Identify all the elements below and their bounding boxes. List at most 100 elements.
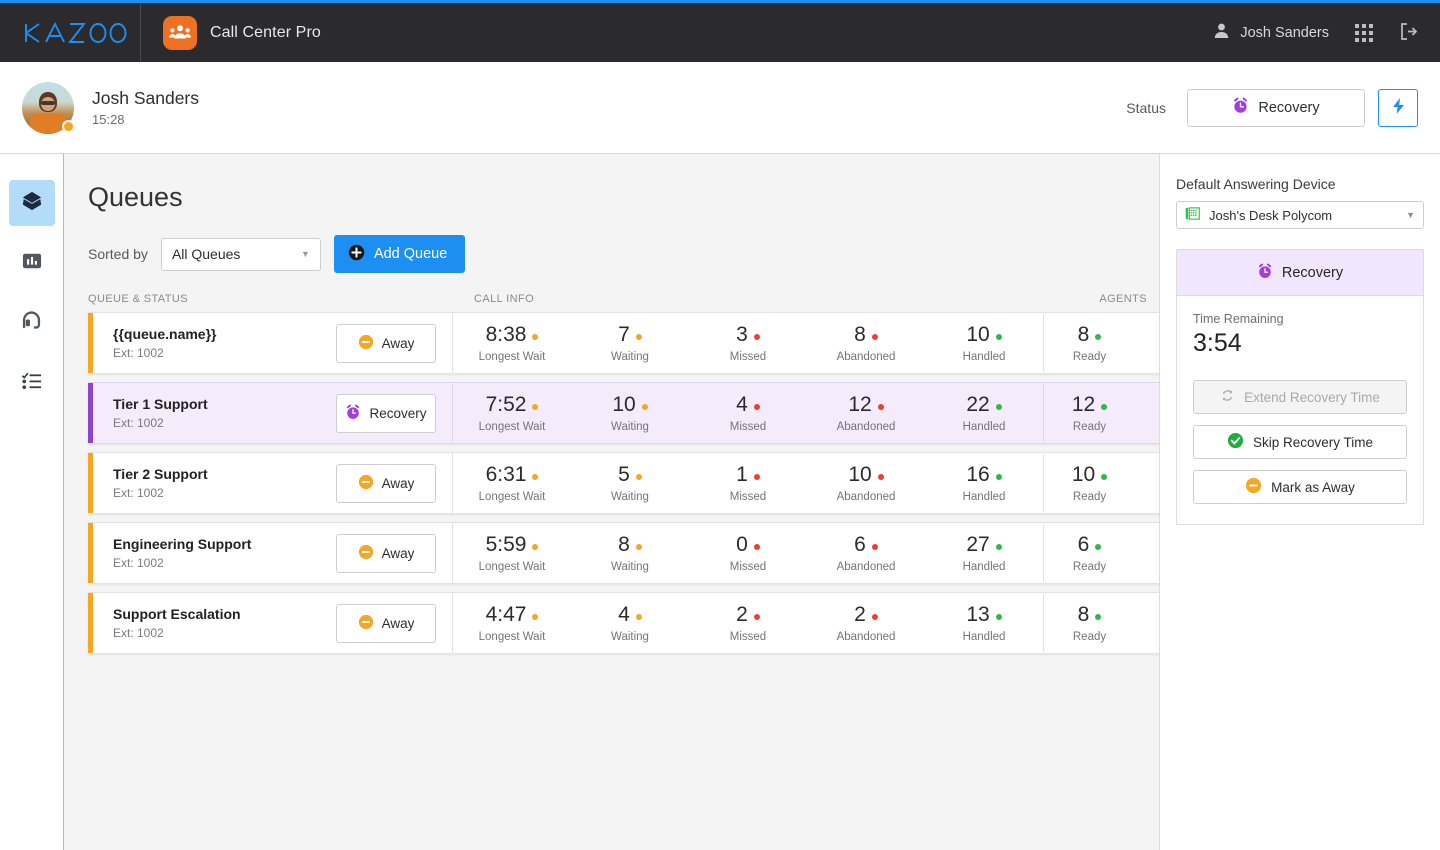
user-status-bar: Josh Sanders 15:28 Status Recovery (0, 62, 1440, 154)
status-select[interactable]: Recovery (1187, 88, 1365, 127)
stat-label: Longest Wait (478, 490, 546, 503)
queue-name: {{queue.name}} (113, 326, 217, 342)
refresh-icon (1220, 388, 1235, 406)
stat-ready: 12 Ready (1043, 384, 1135, 442)
stat-missed: 4 Missed (689, 393, 807, 432)
queue-status-button[interactable]: Away (336, 533, 436, 573)
stat-label: Abandoned (836, 350, 896, 363)
page-title: Queues (88, 182, 183, 212)
queue-identity: {{queue.name}} Ext: 1002 (113, 326, 216, 360)
sorted-by-label: Sorted by (88, 246, 148, 262)
away-minus-icon (358, 544, 374, 563)
stat-value: 3 (689, 323, 807, 346)
table-row[interactable]: Support Escalation Ext: 1002 Away 4:47 Longe… (88, 592, 1159, 654)
stat-label: Longest Wait (478, 560, 546, 573)
queue-status-button[interactable]: Recovery (336, 393, 436, 433)
sidebar-item-queues[interactable] (8, 180, 55, 226)
add-queue-button[interactable]: Add Queue (333, 235, 466, 273)
app-identity[interactable]: Call Center Pro (141, 15, 321, 50)
stat-label: Missed (729, 630, 767, 643)
stat-value: 8 (571, 533, 689, 556)
queue-status-button[interactable]: Away (336, 603, 436, 643)
sort-select[interactable]: All Queues ▼ (160, 237, 321, 271)
queue-extension: Ext: 1002 (113, 346, 164, 360)
stat-label: Handled (962, 350, 1006, 363)
queue-identity: Support Escalation Ext: 1002 (113, 606, 241, 640)
stat-handled: 16 Handled (925, 463, 1043, 502)
table-row[interactable]: Tier 2 Support Ext: 1002 Away 6:31 Longest W… (88, 452, 1159, 514)
alarm-clock-icon (345, 404, 361, 423)
stat-value: 10 (1044, 463, 1135, 486)
answering-device-select[interactable]: Josh's Desk Polycom ▼ (1176, 201, 1424, 229)
stat-value: 27 (925, 533, 1043, 556)
queue-status-button[interactable]: Away (336, 323, 436, 363)
column-header-call-info: CALL INFO (474, 293, 535, 305)
queue-identity: Tier 1 Support Ext: 1002 (113, 396, 208, 430)
kazoo-logo[interactable] (0, 3, 140, 62)
answering-device-value: Josh's Desk Polycom (1209, 207, 1333, 223)
column-header-queue-status: QUEUE & STATUS (88, 293, 188, 305)
stat-label: Missed (729, 420, 767, 433)
away-minus-icon (358, 334, 374, 353)
sidebar-item-agents[interactable] (9, 300, 55, 346)
chevron-down-icon: ▼ (1406, 210, 1415, 220)
table-row[interactable]: Tier 1 Support Ext: 1002 Recovery 7:52 Longe… (88, 382, 1159, 444)
stat-abandoned: 6 Abandoned (807, 533, 925, 572)
queue-extension: Ext: 1002 (113, 416, 164, 430)
chevron-down-icon: ▼ (301, 249, 310, 259)
sidebar-item-dashboard[interactable] (9, 240, 55, 286)
recovery-title: Recovery (1281, 264, 1344, 281)
stat-label: Longest Wait (478, 630, 546, 643)
queue-meta: Tier 1 Support Ext: 1002 Recovery (93, 383, 453, 443)
queue-status-label: Away (381, 545, 415, 561)
body: Queues Sorted by All Queues ▼ Add Queue … (0, 154, 1440, 850)
stat-handled: 13 Handled (925, 603, 1043, 642)
toolbar: Sorted by All Queues ▼ Add Queue (64, 213, 1159, 273)
queue-stats: 5:59 Longest Wait 8 Waiting 0 Missed 6 Abandone… (453, 523, 1159, 583)
stat-value: 10 (807, 463, 925, 486)
stat-label: Abandoned (836, 490, 896, 503)
stat-label: Handled (962, 630, 1006, 643)
stat-abandoned: 10 Abandoned (807, 463, 925, 502)
table-row[interactable]: {{queue.name}} Ext: 1002 Away 8:38 Longest W… (88, 312, 1159, 374)
stat-value: 2 (807, 603, 925, 626)
queue-name: Tier 1 Support (113, 396, 208, 412)
queue-stats: 7:52 Longest Wait 10 Waiting 4 Missed 12 Abando… (453, 383, 1159, 443)
stat-abandoned: 12 Abandoned (807, 393, 925, 432)
stat-missed: 1 Missed (689, 463, 807, 502)
mark-as-away-button[interactable]: Mark as Away (1193, 470, 1407, 504)
stat-label: Handled (962, 490, 1006, 503)
user-menu[interactable]: Josh Sanders (1213, 22, 1329, 43)
stat-value: 5 (571, 463, 689, 486)
stat-waiting: 5 Waiting (571, 463, 689, 502)
queue-status-button[interactable]: Away (336, 463, 436, 503)
quick-actions-button[interactable] (1378, 88, 1418, 127)
column-headers: QUEUE & STATUS CALL INFO AGENTS (64, 273, 1159, 312)
stat-longest-wait: 7:52 Longest Wait (453, 393, 571, 432)
stat-label: Abandoned (836, 420, 896, 433)
stat-label: Waiting (611, 630, 649, 643)
sidebar-item-lists[interactable] (9, 360, 55, 406)
queue-status-label: Away (381, 475, 415, 491)
stat-value: 6 (1044, 533, 1135, 556)
logout-icon (1399, 22, 1418, 44)
stat-value: 8 (1044, 603, 1135, 626)
avatar[interactable] (22, 81, 75, 134)
alarm-clock-icon (1257, 263, 1273, 283)
user-block: Josh Sanders 15:28 (0, 81, 199, 134)
check-circle-icon (1227, 432, 1244, 452)
stat-value: 12 (1044, 393, 1135, 416)
desk-phone-icon (1185, 206, 1200, 224)
stat-label: Ready (1072, 350, 1107, 363)
stat-longest-wait: 4:47 Longest Wait (453, 603, 571, 642)
extend-recovery-time-button[interactable]: Extend Recovery Time (1193, 380, 1407, 414)
apps-grid-button[interactable] (1355, 23, 1373, 42)
skip-recovery-time-button[interactable]: Skip Recovery Time (1193, 425, 1407, 459)
stat-label: Longest Wait (478, 350, 546, 363)
stat-handled: 27 Handled (925, 533, 1043, 572)
call-center-app-icon (163, 15, 197, 50)
stat-label: Abandoned (836, 630, 896, 643)
stat-value: 10 (571, 393, 689, 416)
logout-button[interactable] (1399, 22, 1418, 44)
table-row[interactable]: Engineering Support Ext: 1002 Away 5:59 Long… (88, 522, 1159, 584)
